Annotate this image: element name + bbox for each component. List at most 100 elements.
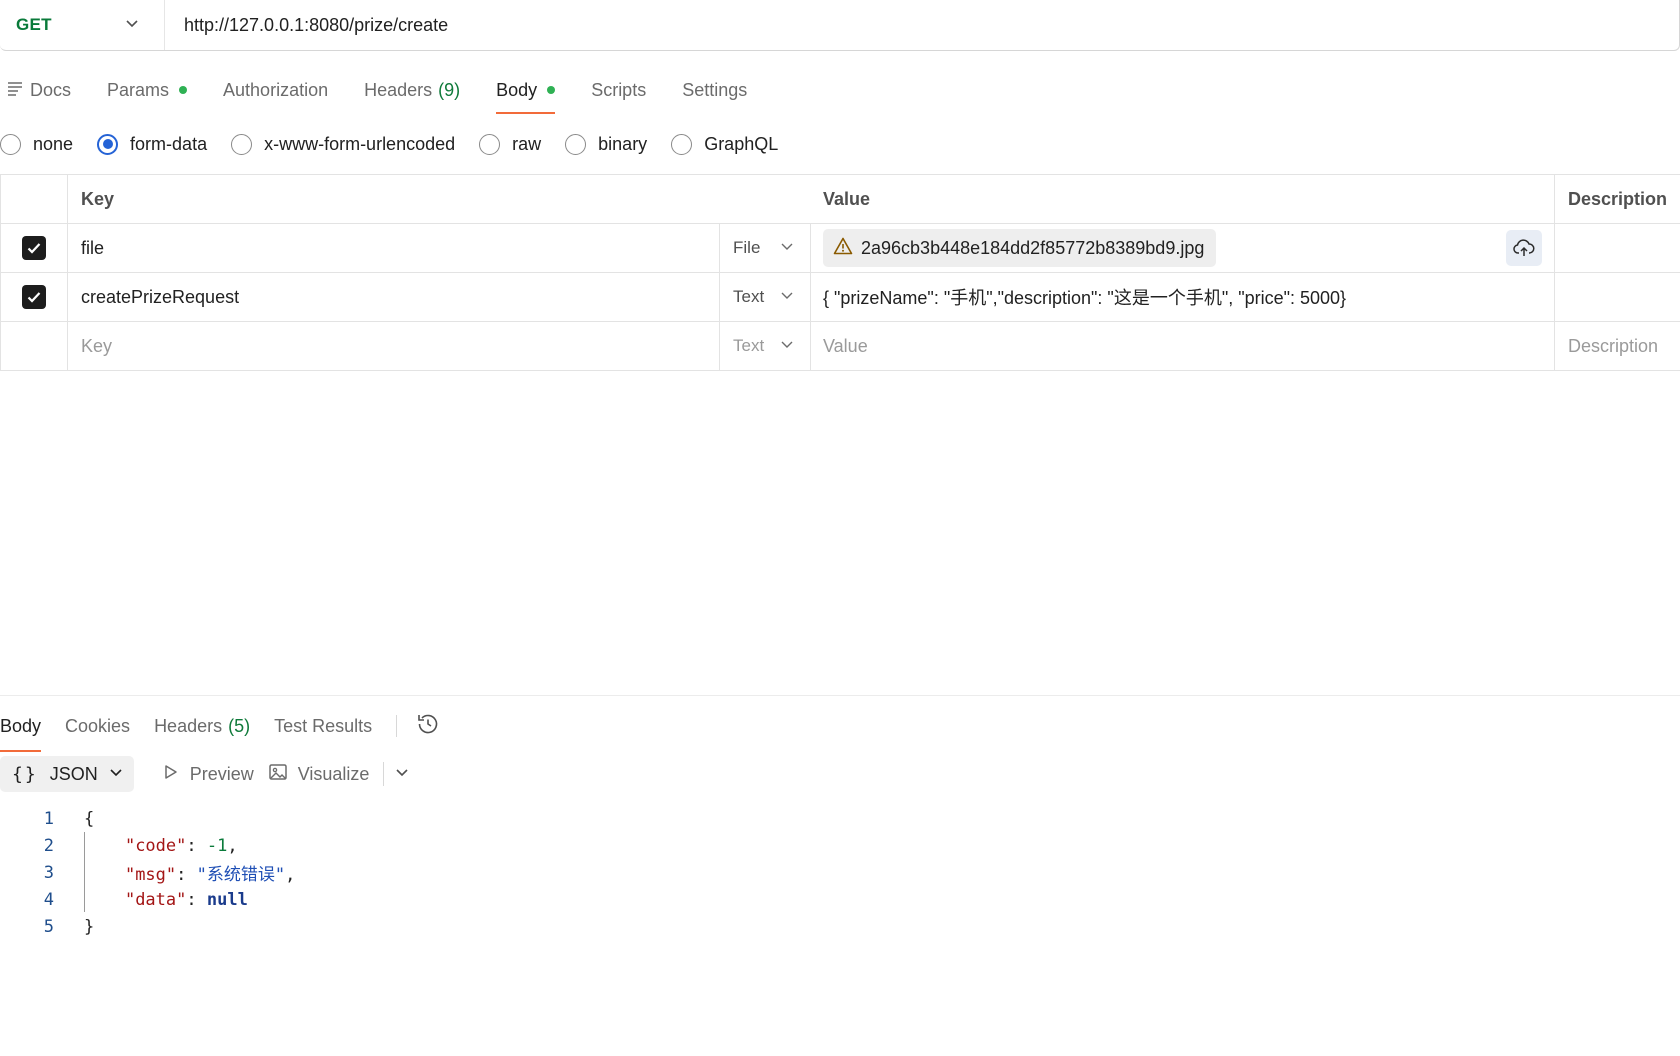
body-type-urlencoded[interactable]: x-www-form-urlencoded [231, 133, 456, 155]
method-select[interactable]: GET [0, 0, 165, 50]
checkmark-icon [27, 292, 41, 303]
format-label: JSON [49, 763, 98, 784]
new-description-field[interactable]: Description [1555, 322, 1680, 370]
tab-params[interactable]: Params [107, 70, 188, 110]
visualize-label: Visualize [297, 763, 370, 784]
play-icon [160, 762, 190, 787]
body-type-binary[interactable]: binary [565, 133, 647, 155]
chevron-down-icon [124, 15, 140, 36]
tab-authorization[interactable]: Authorization [223, 70, 328, 110]
checkmark-icon [27, 243, 41, 254]
url-bar: GET http://127.0.0.1:8080/prize/create [0, 0, 1680, 51]
tab-scripts-label: Scripts [591, 79, 647, 100]
chevron-down-icon [780, 287, 794, 307]
header-check-cell [0, 175, 68, 223]
body-type-urlencoded-label: x-www-form-urlencoded [264, 133, 456, 154]
code-line: 1 { [0, 805, 295, 832]
response-tabs: Body Cookies Headers (5) Test Results [0, 708, 441, 752]
row-value-field[interactable]: { "prizeName": "手机","description": "这是一个… [811, 273, 1555, 321]
json-key: "msg" [124, 865, 177, 885]
tab-headers-label: Headers [364, 79, 433, 100]
tab-params-label: Params [107, 79, 170, 100]
response-code-view: 1 { 2 "code": -1, 3 "msg": "系统错误", 4 "da… [0, 805, 296, 940]
row-type-label: Text [733, 287, 765, 306]
header-value: Value [811, 175, 1555, 223]
line-content: "data": null [124, 889, 248, 910]
radio-none[interactable] [0, 133, 21, 155]
body-type-raw[interactable]: raw [479, 133, 541, 155]
row-type-select[interactable]: Text [720, 273, 811, 321]
radio-urlencoded[interactable] [231, 133, 253, 155]
json-key: "data" [124, 889, 187, 910]
response-view-bar: {} JSON Preview Visualize [0, 756, 410, 792]
chevron-down-icon [98, 764, 124, 785]
row-description-field[interactable] [1555, 273, 1680, 321]
line-number: 1 [43, 808, 54, 829]
tab-settings[interactable]: Settings [682, 70, 747, 110]
body-type-options: none form-data x-www-form-urlencoded raw… [0, 131, 802, 157]
code-line: 4 "data": null [0, 886, 295, 913]
open-brace: { [84, 808, 95, 829]
radio-form-data[interactable] [97, 133, 119, 155]
response-tab-test-results[interactable]: Test Results [274, 708, 372, 744]
row-checkbox-cell [0, 322, 68, 370]
tab-headers[interactable]: Headers (9) [364, 70, 460, 110]
row-type-label: File [733, 238, 761, 257]
body-type-form-data[interactable]: form-data [97, 133, 208, 155]
preview-label: Preview [189, 763, 254, 784]
method-label: GET [16, 15, 52, 34]
body-type-none[interactable]: none [0, 133, 73, 155]
body-type-form-data-label: form-data [130, 133, 208, 154]
line-content: "code": -1, [124, 835, 238, 856]
upload-button[interactable] [1506, 230, 1542, 266]
row-checkbox[interactable] [22, 236, 46, 260]
history-icon[interactable] [415, 711, 441, 742]
radio-graphql[interactable] [671, 133, 693, 155]
tab-docs[interactable]: Docs [0, 70, 71, 110]
braces-icon: {} [12, 763, 38, 785]
line-number: 3 [43, 862, 54, 883]
row-type-select[interactable]: File [720, 224, 811, 272]
docs-icon [0, 79, 30, 102]
tab-body[interactable]: Body [496, 70, 556, 114]
chevron-down-icon [780, 238, 794, 258]
file-chip[interactable]: 2a96cb3b448e184dd2f85772b8389bd9.jpg [823, 229, 1217, 267]
radio-raw[interactable] [479, 133, 501, 155]
view-divider [383, 762, 385, 786]
preview-button[interactable]: Preview [160, 762, 254, 787]
format-select[interactable]: {} JSON [0, 756, 134, 792]
body-active-dot [547, 86, 556, 94]
row-key-field[interactable]: file [68, 224, 720, 272]
new-type-select[interactable]: Text [720, 322, 811, 370]
chevron-down-icon [780, 336, 794, 356]
visualize-button[interactable]: Visualize [268, 762, 370, 787]
body-type-graphql[interactable]: GraphQL [671, 133, 779, 155]
new-value-field[interactable]: Value [811, 322, 1555, 370]
response-tab-headers[interactable]: Headers (5) [154, 708, 250, 744]
response-tab-cookies[interactable]: Cookies [65, 708, 130, 744]
response-tab-body[interactable]: Body [0, 708, 42, 752]
line-number: 4 [43, 889, 54, 910]
url-input[interactable]: http://127.0.0.1:8080/prize/create [165, 15, 448, 36]
json-key: "code" [124, 835, 187, 856]
chevron-down-icon[interactable] [394, 764, 410, 785]
code-line: 5 } [0, 913, 295, 940]
header-description: Description [1568, 188, 1668, 209]
tab-scripts[interactable]: Scripts [591, 70, 646, 110]
row-description-field[interactable] [1555, 224, 1680, 272]
tab-body-label: Body [496, 79, 538, 100]
table-row-new: Key Text Value Description [0, 322, 1680, 371]
line-content: "msg": "系统错误", [124, 865, 296, 885]
json-number: -1 [206, 835, 228, 856]
row-key-field[interactable]: createPrizeRequest [68, 273, 720, 321]
body-type-graphql-label: GraphQL [704, 133, 779, 154]
radio-binary[interactable] [565, 133, 587, 155]
row-checkbox[interactable] [22, 285, 46, 309]
line-content: { [54, 809, 94, 829]
row-checkbox-cell [0, 273, 68, 321]
response-headers-count: (5) [228, 715, 251, 736]
table-row: file File 2a96cb3b448e184dd2f85772b8389b… [0, 224, 1680, 273]
response-tab-headers-label: Headers [154, 715, 223, 736]
code-line: 2 "code": -1, [0, 832, 295, 859]
new-key-field[interactable]: Key [68, 322, 720, 370]
